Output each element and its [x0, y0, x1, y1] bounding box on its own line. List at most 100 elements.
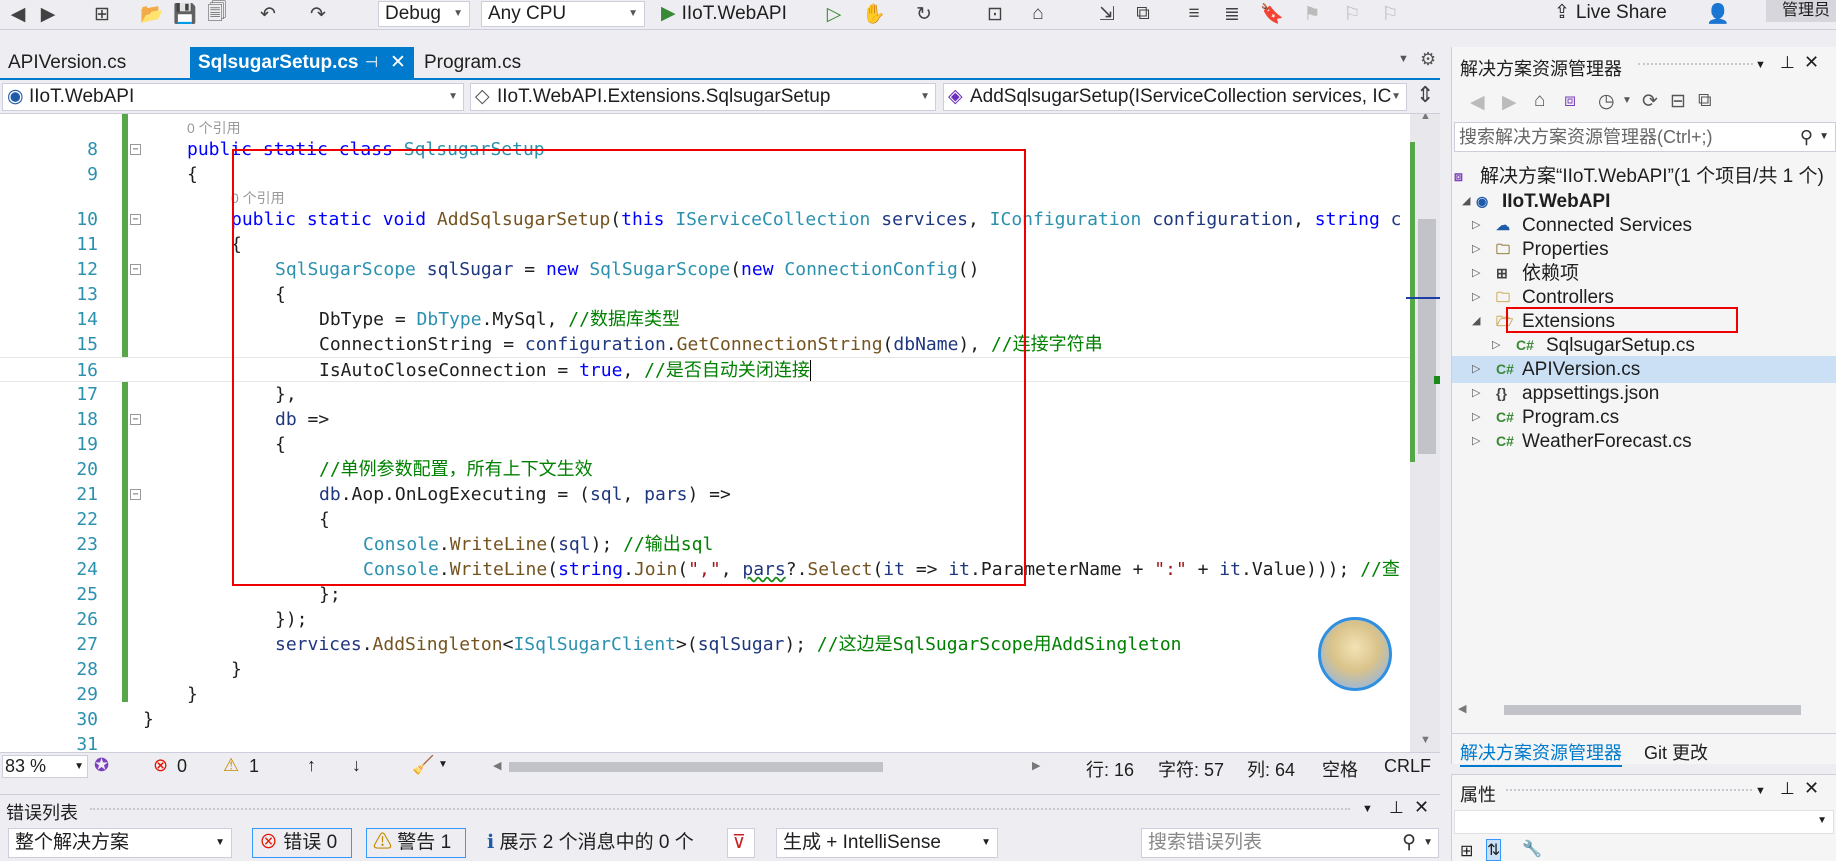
tree-item-sqlsugarsetup[interactable]: ▷ C# SqlsugarSetup.cs — [1452, 332, 1836, 359]
expanded-icon[interactable]: ◢ — [1472, 308, 1480, 335]
code-cleanup-icon[interactable]: 🧹 — [412, 755, 434, 776]
chevron-down-icon[interactable]: ▼ — [1755, 785, 1766, 797]
collapsed-icon[interactable]: ▷ — [1472, 260, 1480, 287]
forward-icon[interactable]: ▶ — [36, 2, 60, 26]
scroll-thumb[interactable] — [1504, 705, 1801, 715]
char-indicator[interactable]: 字符: 57 — [1158, 756, 1224, 782]
error-search-input[interactable]: 搜索错误列表 ⚲ ▼ — [1141, 828, 1439, 858]
uncomment-icon[interactable]: ≣ — [1220, 2, 1244, 26]
pin-icon[interactable]: ⊥ — [1780, 779, 1795, 799]
warnings-filter-button[interactable]: ⚠ 警告 1 — [366, 828, 466, 858]
copilot-icon[interactable]: ✪ — [94, 755, 109, 776]
collapsed-icon[interactable]: ▷ — [1472, 380, 1480, 407]
chevron-down-icon[interactable]: ▼ — [438, 759, 448, 770]
tree-item-connected-services[interactable]: ▷ ☁ Connected Services — [1452, 212, 1836, 239]
bookmark-next-icon[interactable]: ⚐ — [1340, 2, 1364, 26]
chevron-down-icon[interactable]: ▼ — [1755, 59, 1766, 71]
tree-item-program[interactable]: ▷ C# Program.cs — [1452, 404, 1836, 431]
redo-icon[interactable]: ↷ — [306, 2, 330, 26]
tree-item-appsettings[interactable]: ▷ {} appsettings.json — [1452, 380, 1836, 407]
back-icon[interactable]: ◀ — [6, 2, 30, 26]
collapse-icon[interactable]: − — [130, 144, 141, 155]
account-icon[interactable]: 👤 — [1706, 2, 1730, 26]
tree-item-properties[interactable]: ▷ 🗀 Properties — [1452, 236, 1836, 263]
show-all-files-icon[interactable]: ⧉ — [1698, 90, 1712, 112]
tab-list-dropdown-icon[interactable]: ▼ — [1398, 53, 1409, 65]
layout-icon[interactable]: ⌂ — [1026, 2, 1050, 26]
collapse-icon[interactable]: − — [130, 414, 141, 425]
collapse-icon[interactable]: − — [130, 214, 141, 225]
warning-count[interactable]: 1 — [249, 756, 259, 777]
error-scope-select[interactable]: 整个解决方案 ▼ — [8, 828, 232, 858]
errors-filter-button[interactable]: ⊗ 错误 0 — [252, 828, 352, 858]
expanded-icon[interactable]: ◢ — [1462, 188, 1470, 215]
categorized-icon[interactable]: ⊞ — [1460, 841, 1473, 861]
step-icon[interactable]: ⇲ — [1095, 2, 1119, 26]
wrench-icon[interactable]: 🔧 — [1522, 839, 1542, 859]
chevron-down-icon[interactable]: ▼ — [1362, 803, 1373, 815]
warning-icon[interactable]: ⚠ — [223, 755, 239, 776]
error-count[interactable]: 0 — [177, 756, 187, 777]
scroll-right-icon[interactable]: ▶ — [1032, 759, 1040, 772]
tree-item-weatherforecast[interactable]: ▷ C# WeatherForecast.cs — [1452, 428, 1836, 455]
browser-link-icon[interactable]: ⊡ — [983, 2, 1007, 26]
pin-icon[interactable]: ⊥ — [1389, 798, 1404, 818]
chevron-down-icon[interactable]: ▼ — [1622, 95, 1632, 106]
new-project-icon[interactable]: ⊞ — [90, 2, 114, 26]
codelens-references[interactable]: 0 个引用 — [187, 118, 241, 138]
tab-sqlsugarsetup[interactable]: SqlsugarSetup.cs ⊣ ✕ — [190, 47, 414, 80]
tab-solution-explorer[interactable]: 解决方案资源管理器 — [1460, 739, 1622, 767]
line-ending-indicator[interactable]: CRLF — [1384, 756, 1431, 777]
code-editor[interactable]: 0 个引用 0 个引用 8− public static class Sqlsug… — [0, 114, 1440, 752]
scroll-left-icon[interactable]: ◀ — [1458, 702, 1466, 715]
filter-icon[interactable]: ⊽ — [727, 828, 755, 858]
comment-icon[interactable]: ≡ — [1182, 2, 1206, 26]
collapsed-icon[interactable]: ▷ — [1492, 332, 1500, 359]
vertical-scrollbar[interactable]: ▲ ▼ — [1406, 114, 1440, 752]
bookmark-clear-icon[interactable]: ⚐ — [1378, 2, 1402, 26]
build-source-select[interactable]: 生成 + IntelliSense ▼ — [776, 828, 998, 858]
arrow-up-icon[interactable]: ↑ — [307, 755, 316, 776]
config-select[interactable]: Debug ▼ — [378, 1, 470, 27]
class-nav-select[interactable]: ◇ IIoT.WebAPI.Extensions.SqlsugarSetup ▼ — [470, 83, 936, 111]
switch-views-icon[interactable]: ⧈ — [1564, 90, 1576, 112]
refresh-icon[interactable]: ↻ — [912, 2, 936, 26]
error-icon[interactable]: ⊗ — [153, 755, 168, 776]
start-without-debug-icon[interactable]: ▷ — [822, 2, 846, 26]
forward-icon[interactable]: ▶ — [1502, 91, 1517, 114]
collapsed-icon[interactable]: ▷ — [1472, 212, 1480, 239]
start-debug-button[interactable]: ▶ IIoT.WebAPI — [661, 1, 787, 27]
collapsed-icon[interactable]: ▷ — [1472, 428, 1480, 455]
gear-icon[interactable]: ⚙ — [1420, 49, 1436, 70]
member-nav-select[interactable]: ◈ AddSqlsugarSetup(IServiceCollection ser… — [943, 83, 1407, 111]
tree-solution[interactable]: ⧈ 解决方案“IIoT.WebAPI”(1 个项目/共 1 个) — [1452, 163, 1836, 190]
collapse-icon[interactable]: − — [130, 264, 141, 275]
close-icon[interactable]: ✕ — [1804, 52, 1819, 73]
back-icon[interactable]: ◀ — [1470, 91, 1485, 114]
undo-icon[interactable]: ↶ — [256, 2, 280, 26]
tree-project[interactable]: ◢ ◉ IIoT.WebAPI — [1452, 188, 1836, 215]
collapsed-icon[interactable]: ▷ — [1472, 356, 1480, 383]
se-horizontal-scrollbar[interactable]: ◀ — [1458, 702, 1810, 716]
col-indicator[interactable]: 列: 64 — [1247, 756, 1295, 782]
avatar[interactable] — [1318, 617, 1392, 691]
pin-icon[interactable]: ⊣ — [365, 47, 378, 79]
line-indicator[interactable]: 行: 16 — [1086, 756, 1134, 782]
live-share-button[interactable]: ⇪ Live Share — [1554, 1, 1667, 27]
arrow-down-icon[interactable]: ↓ — [352, 755, 361, 776]
pin-icon[interactable]: ⊥ — [1780, 53, 1795, 73]
collapse-all-icon[interactable]: ⊟ — [1670, 90, 1686, 113]
pending-changes-icon[interactable]: ◷ — [1598, 90, 1615, 113]
close-icon[interactable]: ✕ — [1414, 797, 1429, 818]
sync-icon[interactable]: ⟳ — [1642, 90, 1658, 113]
project-nav-select[interactable]: ◉ IIoT.WebAPI ▼ — [2, 83, 464, 111]
tree-item-dependencies[interactable]: ▷ ⊞ 依赖项 — [1452, 260, 1836, 287]
split-editor-icon[interactable]: ⇕ — [1416, 82, 1434, 108]
scroll-thumb[interactable] — [1418, 219, 1436, 454]
tab-git-changes[interactable]: Git 更改 — [1644, 739, 1708, 765]
horizontal-scroll-thumb[interactable] — [509, 762, 883, 772]
zoom-select[interactable]: 83 % ▼ — [2, 755, 88, 778]
open-folder-icon[interactable]: 📂 — [140, 2, 164, 26]
collapsed-icon[interactable]: ▷ — [1472, 404, 1480, 431]
close-icon[interactable]: ✕ — [1804, 778, 1819, 799]
